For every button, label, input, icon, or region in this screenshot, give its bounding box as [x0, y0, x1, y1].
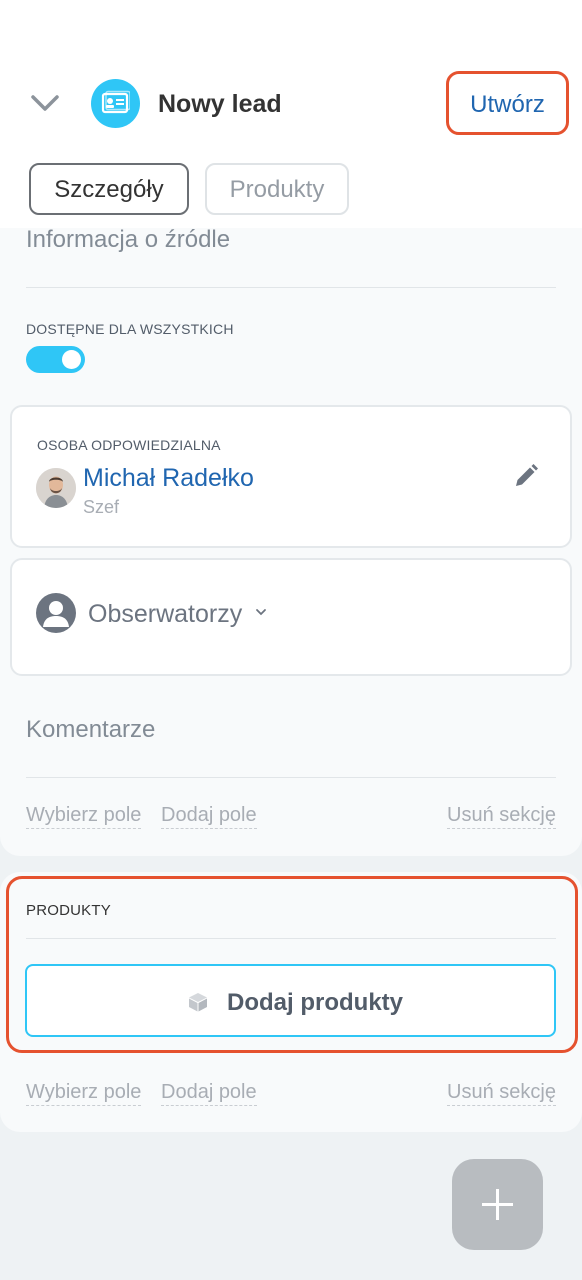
header: Nowy lead Utwórz Szczegóły Produkty: [0, 0, 582, 228]
observers-label[interactable]: Obserwatorzy: [88, 598, 242, 630]
add-fab-button[interactable]: [452, 1159, 543, 1250]
add-products-label: Dodaj produkty: [227, 989, 404, 1016]
plus-icon: [482, 1189, 513, 1220]
add-field-link[interactable]: Dodaj pole: [161, 1079, 257, 1106]
tab-products[interactable]: Produkty: [205, 163, 349, 215]
divider: [26, 777, 556, 778]
add-products-button[interactable]: Dodaj produkty: [25, 964, 556, 1037]
user-icon: [36, 593, 76, 633]
select-field-link[interactable]: Wybierz pole: [26, 1079, 142, 1106]
visibility-toggle[interactable]: [26, 346, 85, 373]
chevron-down-icon[interactable]: [255, 606, 267, 618]
select-field-link[interactable]: Wybierz pole: [26, 802, 142, 829]
package-icon: [189, 993, 207, 1012]
comments-field[interactable]: Komentarze: [26, 715, 155, 745]
responsible-person-role: Szef: [83, 497, 120, 517]
create-button[interactable]: Utwórz: [446, 71, 569, 135]
visibility-label: DOSTĘPNE DLA WSZYSTKICH: [26, 321, 234, 337]
add-field-link[interactable]: Dodaj pole: [161, 802, 257, 829]
edit-pencil-icon[interactable]: [513, 463, 539, 489]
chevron-down-icon[interactable]: [30, 90, 60, 116]
create-button-label: Utwórz: [470, 91, 545, 118]
source-info-field[interactable]: Informacja o źródle: [26, 225, 230, 255]
avatar: [36, 468, 76, 508]
divider: [26, 938, 556, 939]
responsible-person-name[interactable]: Michał Radełko: [83, 462, 254, 494]
lead-card-icon: [91, 79, 140, 128]
toggle-knob: [62, 350, 81, 369]
divider: [26, 287, 556, 288]
tab-details[interactable]: Szczegóły: [29, 163, 189, 215]
page-title: Nowy lead: [158, 90, 282, 118]
delete-section-link[interactable]: Usuń sekcję: [447, 802, 556, 829]
delete-section-link[interactable]: Usuń sekcję: [447, 1079, 556, 1106]
products-section-title: PRODUKTY: [26, 902, 111, 919]
responsible-label: OSOBA ODPOWIEDZIALNA: [37, 437, 221, 453]
